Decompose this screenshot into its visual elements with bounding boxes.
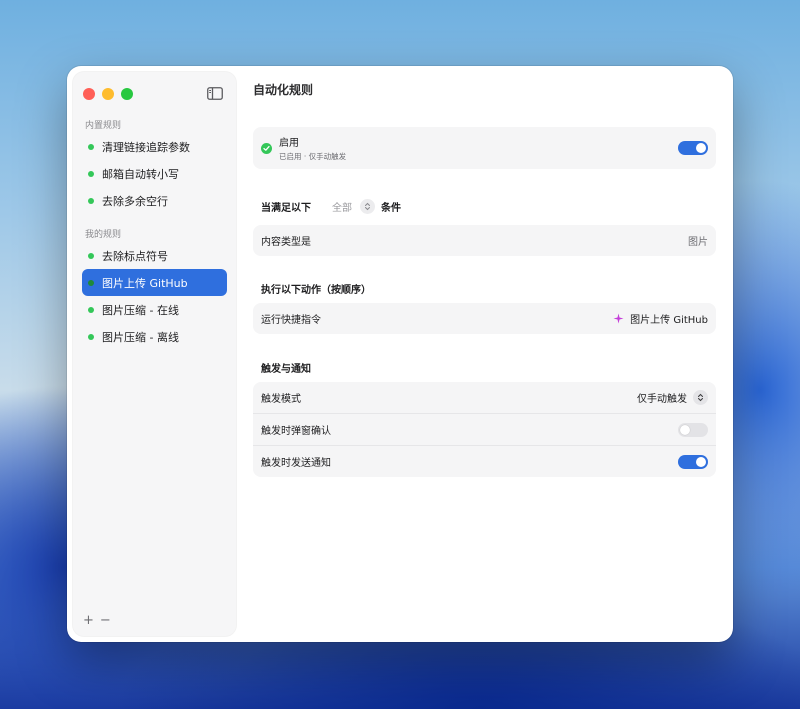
status-dot-icon bbox=[88, 143, 94, 150]
close-window-button[interactable] bbox=[83, 88, 95, 100]
builtin-rules-label: 内置规则 bbox=[85, 121, 122, 131]
condition-header: 当满足以下 全部 条件 bbox=[261, 199, 401, 214]
trigger-mode-label: 触发模式 bbox=[261, 394, 301, 405]
sidebar-item-image-compress-online[interactable]: 图片压缩 - 在线 bbox=[82, 296, 227, 323]
checkmark-icon bbox=[261, 142, 272, 154]
condition-mode-select[interactable]: 全部 bbox=[332, 199, 352, 214]
up-down-chevron-icon[interactable] bbox=[693, 390, 708, 405]
notify-label: 触发时发送通知 bbox=[261, 458, 331, 469]
sidebar-item-label: 清理链接追踪参数 bbox=[102, 140, 190, 154]
condition-card: 内容类型是 图片 bbox=[253, 225, 716, 256]
sidebar-item-image-compress-offline[interactable]: 图片压缩 - 离线 bbox=[82, 323, 227, 350]
status-dot-icon bbox=[88, 306, 94, 313]
status-dot-icon bbox=[88, 333, 94, 340]
confirm-row: 触发时弹窗确认 bbox=[253, 413, 716, 445]
zoom-window-button[interactable] bbox=[121, 88, 133, 100]
status-dot-icon bbox=[88, 279, 94, 286]
enable-subtitle: 已启用 · 仅手动触发 bbox=[279, 152, 347, 161]
enable-card: 启用 已启用 · 仅手动触发 bbox=[253, 127, 716, 169]
sidebar-footer: + − bbox=[83, 613, 111, 628]
condition-row[interactable]: 内容类型是 图片 bbox=[253, 225, 716, 256]
sidebar-item-label: 图片压缩 - 在线 bbox=[102, 303, 179, 317]
status-dot-icon bbox=[88, 252, 94, 259]
notify-row: 触发时发送通知 bbox=[253, 445, 716, 477]
condition-suffix: 条件 bbox=[381, 203, 401, 214]
sidebar-item-remove-punctuation[interactable]: 去除标点符号 bbox=[82, 242, 227, 269]
action-label: 运行快捷指令 bbox=[261, 315, 321, 326]
condition-label: 内容类型是 bbox=[261, 237, 311, 248]
enable-title: 启用 bbox=[279, 138, 299, 149]
page-title: 自动化规则 bbox=[253, 83, 314, 97]
enable-toggle[interactable] bbox=[678, 141, 708, 155]
actions-heading: 执行以下动作（按顺序） bbox=[261, 285, 371, 296]
sidebar-item-remove-blank-lines[interactable]: 去除多余空行 bbox=[82, 187, 227, 214]
my-rules-label: 我的规则 bbox=[85, 230, 122, 240]
enable-text: 启用 已启用 · 仅手动触发 bbox=[279, 134, 346, 162]
enable-row: 启用 已启用 · 仅手动触发 bbox=[253, 127, 716, 169]
notify-toggle[interactable] bbox=[678, 454, 708, 469]
sidebar-item-label: 邮箱自动转小写 bbox=[102, 167, 179, 181]
sidebar-item-image-upload-github[interactable]: 图片上传 GitHub bbox=[82, 269, 227, 296]
sidebar-item-label: 图片上传 GitHub bbox=[102, 276, 188, 290]
trigger-card: 触发模式 仅手动触发 触发时弹窗确认 触发时发送通知 bbox=[253, 382, 716, 477]
sidebar: 内置规则 清理链接追踪参数 邮箱自动转小写 去除多余空行 我的规则 去除标点符号… bbox=[73, 72, 236, 636]
sidebar-item-label: 去除标点符号 bbox=[102, 249, 168, 263]
minimize-window-button[interactable] bbox=[102, 88, 114, 100]
status-dot-icon bbox=[88, 197, 94, 204]
sidebar-item-clean-tracking[interactable]: 清理链接追踪参数 bbox=[82, 133, 227, 160]
sparkle-icon bbox=[613, 313, 624, 324]
action-row[interactable]: 运行快捷指令 图片上传 GitHub bbox=[253, 303, 716, 334]
trigger-mode-value[interactable]: 仅手动触发 bbox=[637, 390, 687, 405]
up-down-chevron-icon[interactable] bbox=[360, 199, 375, 214]
confirm-label: 触发时弹窗确认 bbox=[261, 426, 331, 437]
trigger-mode-row: 触发模式 仅手动触发 bbox=[253, 382, 716, 413]
action-value: 图片上传 GitHub bbox=[630, 315, 708, 326]
condition-value[interactable]: 图片 bbox=[688, 233, 708, 248]
sidebar-item-email-lowercase[interactable]: 邮箱自动转小写 bbox=[82, 160, 227, 187]
confirm-toggle[interactable] bbox=[678, 422, 708, 437]
app-window: 内置规则 清理链接追踪参数 邮箱自动转小写 去除多余空行 我的规则 去除标点符号… bbox=[67, 66, 733, 642]
trigger-heading: 触发与通知 bbox=[261, 364, 311, 375]
actions-card: 运行快捷指令 图片上传 GitHub bbox=[253, 303, 716, 334]
sidebar-item-label: 图片压缩 - 离线 bbox=[102, 330, 179, 344]
condition-prefix: 当满足以下 bbox=[261, 203, 311, 214]
sidebar-item-label: 去除多余空行 bbox=[102, 194, 168, 208]
remove-rule-button[interactable]: − bbox=[100, 613, 111, 628]
add-rule-button[interactable]: + bbox=[83, 613, 94, 628]
status-dot-icon bbox=[88, 170, 94, 177]
sidebar-toggle-icon[interactable] bbox=[207, 87, 223, 100]
